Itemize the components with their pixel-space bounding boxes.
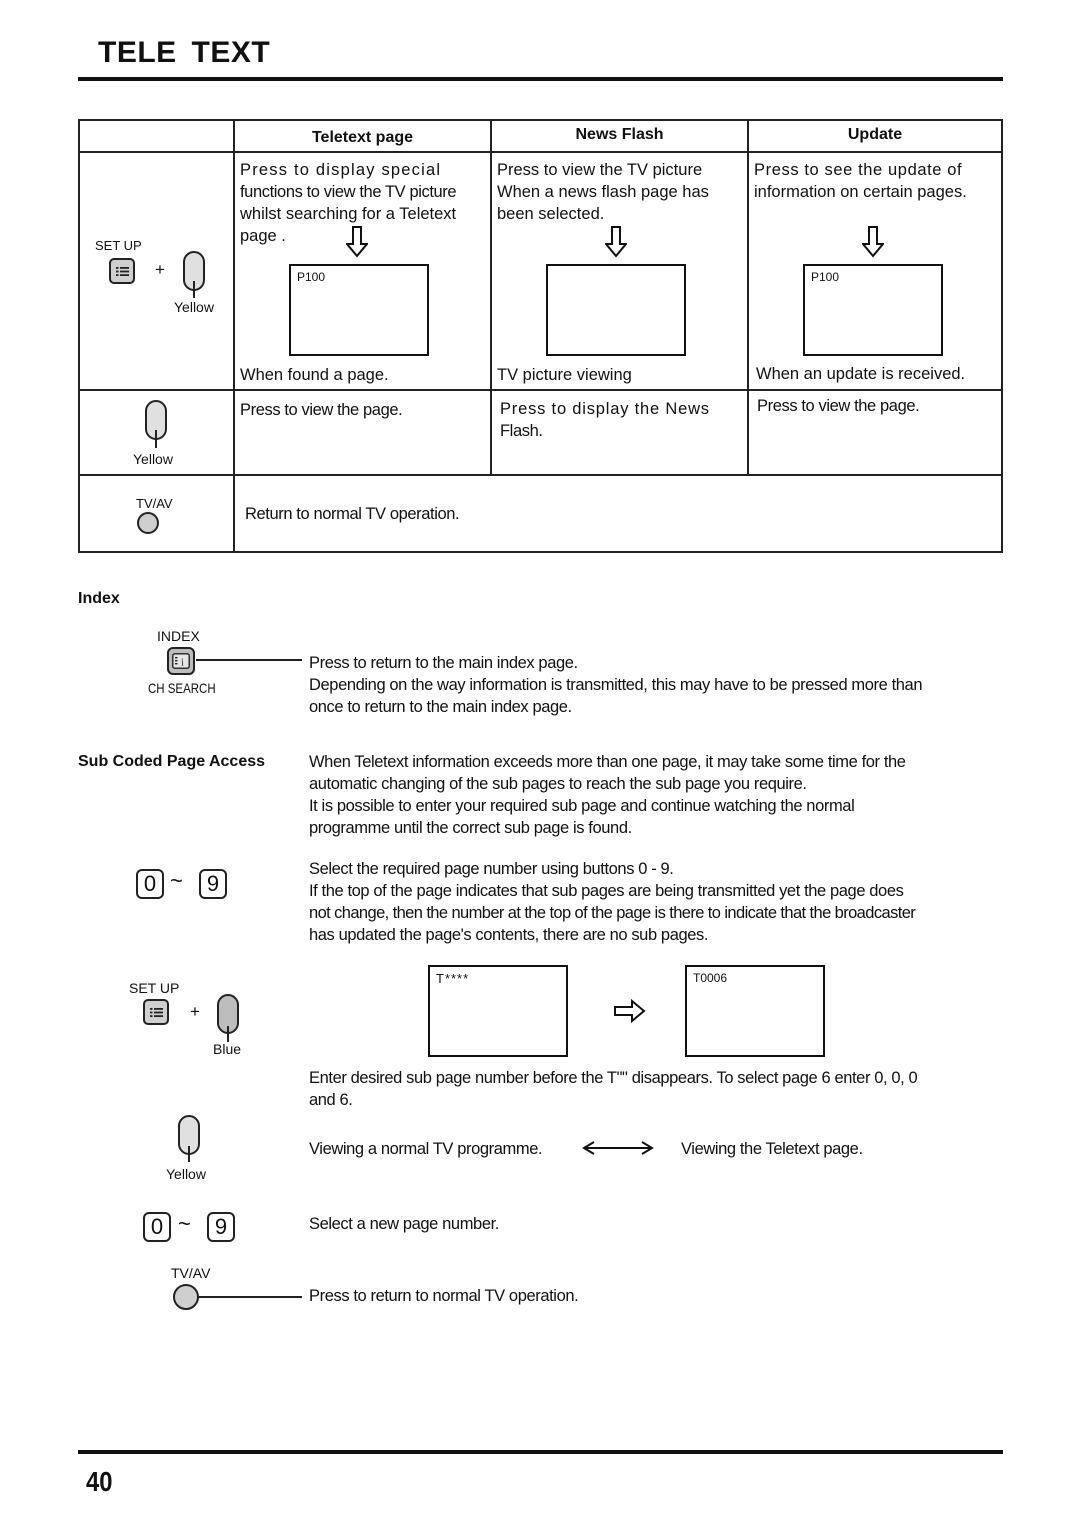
blue-button-leader [227,1026,229,1042]
range-tilde: ~ [178,1211,191,1236]
table-divider [80,151,1001,153]
index-button[interactable]: i [167,647,195,675]
index-leader-line [196,659,302,661]
down-arrow-icon [862,226,884,258]
update-row2: Press to view the page. [757,397,920,415]
viewing-tv-text: Viewing a normal TV programme. [309,1140,543,1158]
tvav-button[interactable] [173,1284,199,1310]
tv-screen: P100 [289,264,429,356]
yellow-button-leader [188,1146,190,1162]
teletext-page-desc-line4: page . [240,227,286,245]
yellow-label: Yellow [174,299,214,315]
yellow-label: Yellow [133,451,173,467]
tvav-leader-line [198,1296,302,1298]
sub-coded-para2-line2: If the top of the page indicates that su… [309,882,904,900]
sub-coded-heading: Sub Coded Page Access [78,753,266,770]
tvav-label: TV/AV [136,496,173,511]
double-arrow-icon [582,1141,654,1155]
screen-page-label: T0006 [693,971,728,985]
number-key-9[interactable]: 9 [199,869,227,899]
setup-button[interactable] [109,258,135,284]
update-desc-line1: Press to see the update of [754,161,963,179]
sub-coded-para1-line1: When Teletext information exceeds more t… [309,753,906,771]
table-divider [233,121,235,551]
right-arrow-icon [614,999,646,1023]
page-number: 40 [86,1466,113,1497]
index-icon: i [172,653,190,669]
table-divider [747,121,749,474]
teletext-page-desc-line1: Press to display special [240,161,442,179]
header-news-flash: News Flash [575,126,664,143]
news-flash-row2-line1: Press to display the News [500,400,710,418]
header-update: Update [847,126,903,143]
update-desc-line2: information on certain pages. [754,183,967,201]
menu-icon [116,267,129,276]
sub-coded-para3-line1: Enter desired sub page number before the… [309,1069,918,1087]
index-line2: Depending on the way information is tran… [309,676,923,694]
tv-screen-after: T0006 [685,965,825,1057]
yellow-label: Yellow [166,1166,206,1182]
news-flash-desc-line3: been selected. [497,205,605,223]
teletext-page-desc-line2: functions to view the TV picture [240,183,457,201]
range-tilde: ~ [170,868,183,893]
blue-label: Blue [213,1041,242,1057]
tv-screen-before: T**** [428,965,568,1057]
tv-screen [546,264,686,356]
sub-coded-para3-line2: and 6. [309,1091,353,1109]
screen-page-label: P100 [811,270,840,284]
sub-coded-para2-line3: not change, then the number at the top o… [309,904,916,922]
news-flash-row2-line2: Flash. [500,422,543,440]
sub-coded-para1-line2: automatic changing of the sub pages to r… [309,775,807,793]
plus-sign: + [155,260,165,279]
header-teletext-page: Teletext page [311,129,414,146]
teletext-page-desc-line3: whilst searching for a Teletext [240,205,457,223]
setup-label: SET UP [129,980,180,996]
menu-icon [150,1008,163,1017]
yellow-button-leader [155,430,157,448]
setup-label: SET UP [95,238,142,253]
ch-search-label: CH SEARCH [148,680,216,696]
news-flash-desc-line2: When a news flash page has [497,183,709,201]
index-key-label: INDEX [157,628,200,644]
plus-sign: + [190,1002,200,1021]
setup-button[interactable] [143,999,169,1025]
number-key-0[interactable]: 0 [136,869,164,899]
update-caption: When an update is received. [756,365,966,383]
teletext-page-row2: Press to view the page. [240,401,403,419]
table-divider [80,474,1001,476]
svg-text:i: i [181,658,184,669]
footer-rule [78,1450,1003,1454]
tvav-button[interactable] [137,512,159,534]
screen-page-label: T**** [436,971,470,986]
index-line1: Press to return to the main index page. [309,654,578,672]
viewing-teletext-text: Viewing the Teletext page. [681,1140,863,1158]
index-line3: once to return to the main index page. [309,698,572,716]
teletext-page-caption: When found a page. [240,366,389,384]
news-flash-caption: TV picture viewing [497,366,632,384]
sub-coded-para1-line3: It is possible to enter your required su… [309,797,855,815]
header-rule [78,77,1003,81]
page-title: TELE TEXT [98,36,271,69]
number-key-0[interactable]: 0 [143,1212,171,1242]
tvav-label: TV/AV [171,1265,211,1281]
select-new-page-text: Select a new page number. [309,1215,499,1233]
down-arrow-icon [346,226,368,258]
down-arrow-icon [605,226,627,258]
table-divider [80,389,1001,391]
table-divider [490,121,492,474]
sub-coded-para2-line1: Select the required page number using bu… [309,860,674,878]
yellow-button-leader [193,281,195,298]
return-normal-text: Return to normal TV operation. [245,505,460,523]
tv-screen: P100 [803,264,943,356]
sub-coded-para2-line4: has updated the page's contents, there a… [309,926,709,944]
sub-coded-para1-line4: programme until the correct sub page is … [309,819,632,837]
function-table: Teletext page News Flash Update SET UP +… [78,119,1003,553]
news-flash-desc-line1: Press to view the TV picture [497,161,703,179]
index-heading: Index [78,590,120,607]
return-normal-text: Press to return to normal TV operation. [309,1287,579,1305]
screen-page-label: P100 [297,270,326,284]
number-key-9[interactable]: 9 [207,1212,235,1242]
